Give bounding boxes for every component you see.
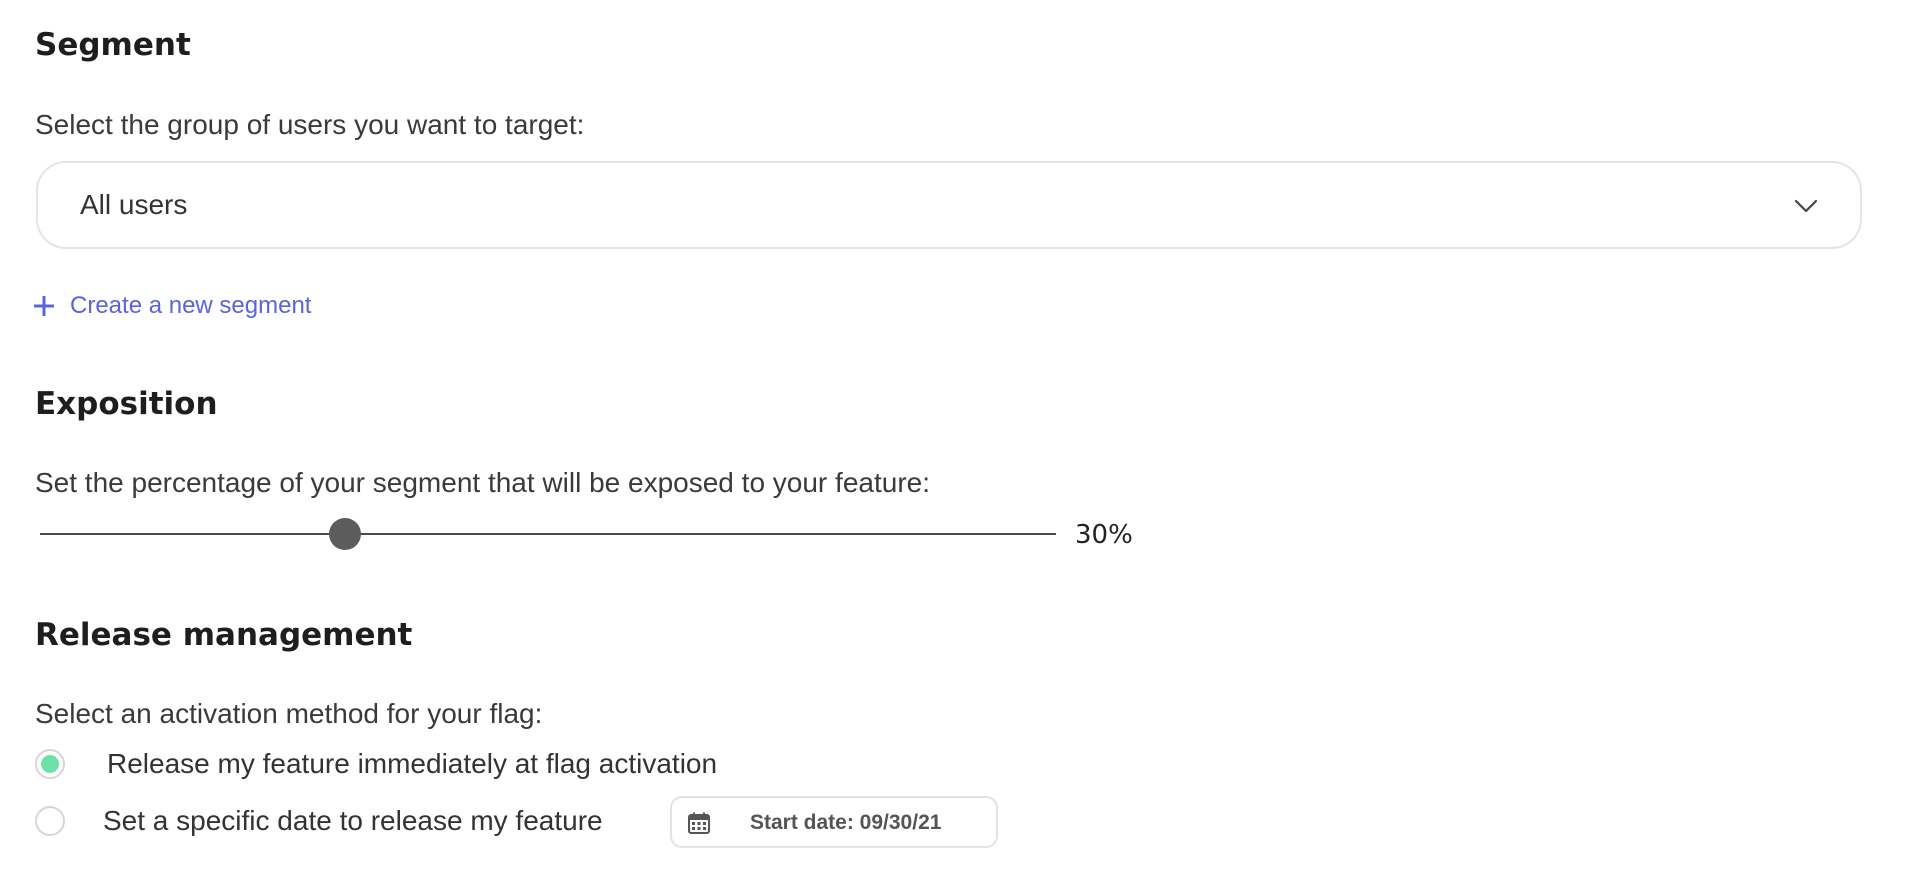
create-segment-label: Create a new segment [70,292,312,319]
radio-label-specific-date: Set a specific date to release my featur… [103,805,603,836]
start-date-button[interactable]: Start date: 09/30/21 [670,796,998,848]
calendar-icon [688,812,710,834]
start-date-label: Start date: 09/30/21 [750,811,942,834]
slider-track [40,533,1056,535]
segment-description: Select the group of users you want to ta… [35,109,585,140]
create-segment-link[interactable]: Create a new segment [34,291,311,321]
slider-thumb[interactable] [328,518,361,550]
chevron-down-icon [1794,199,1818,213]
exposition-description: Set the percentage of your segment that … [35,467,930,498]
release-title: Release management [35,617,413,653]
radio-release-specific-date[interactable]: Set a specific date to release my featur… [35,806,603,836]
segment-select[interactable]: All users [36,161,1862,249]
segment-title: Segment [35,27,191,63]
radio-button[interactable] [35,806,65,836]
exposition-percent-value: 30% [1075,520,1133,550]
segment-select-value: All users [80,189,188,220]
radio-button[interactable] [35,749,65,779]
release-description: Select an activation method for your fla… [35,698,543,729]
exposition-slider[interactable] [40,516,1056,552]
radio-label-immediately: Release my feature immediately at flag a… [107,748,718,779]
plus-icon [34,296,54,316]
exposition-title: Exposition [35,386,218,422]
radio-release-immediately[interactable]: Release my feature immediately at flag a… [35,749,717,779]
